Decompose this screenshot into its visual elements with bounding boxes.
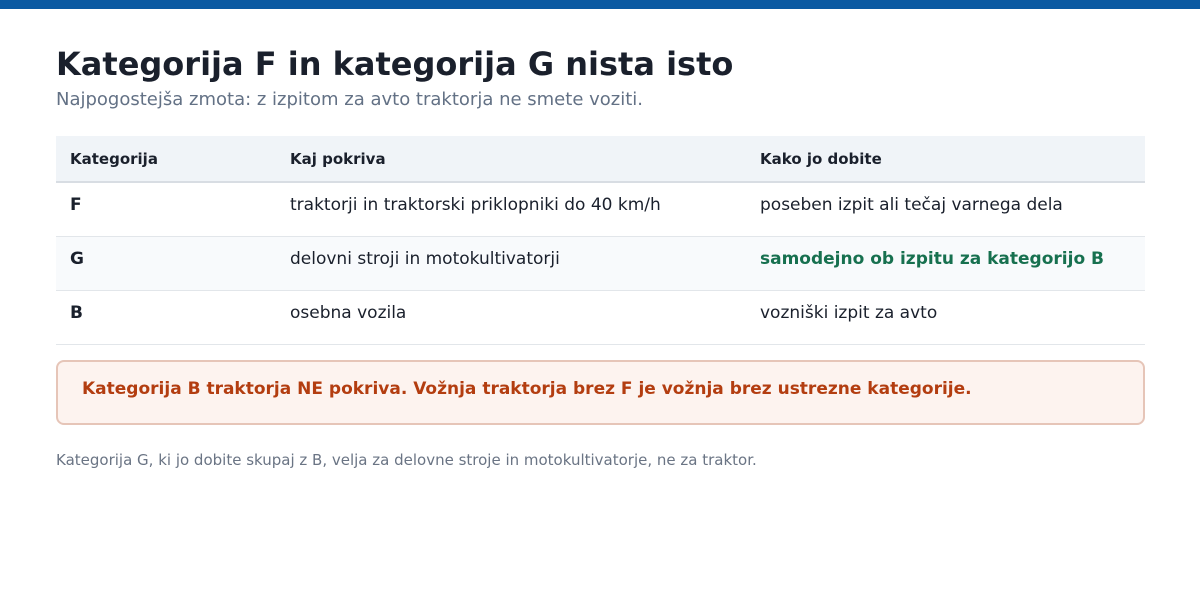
row-how-to-get: vozniški izpit za avto [760, 303, 938, 323]
table-header-row: Kategorija Kaj pokriva Kako jo dobite [56, 136, 1145, 183]
page-subtitle: Najpogostejša zmota: z izpitom za avto t… [56, 89, 644, 110]
warning-callout: Kategorija B traktorja NE pokriva. Vožnj… [56, 360, 1145, 425]
header-kako-jo-dobite: Kako jo dobite [760, 149, 882, 168]
row-category: G [70, 249, 84, 269]
row-category: B [70, 303, 83, 323]
row-how-to-get: poseben izpit ali tečaj varnega dela [760, 195, 1063, 215]
header-kategorija: Kategorija [70, 149, 158, 168]
table-row: F traktorji in traktorski priklopniki do… [56, 183, 1145, 237]
table-row: B osebna vozila vozniški izpit za avto [56, 291, 1145, 345]
row-how-to-get-highlight: samodejno ob izpitu za kategorijo B [760, 249, 1105, 269]
header-kaj-pokriva: Kaj pokriva [290, 149, 386, 168]
row-coverage: delovni stroji in motokultivatorji [290, 249, 560, 269]
row-coverage: traktorji in traktorski priklopniki do 4… [290, 195, 661, 215]
top-accent-bar [0, 0, 1200, 9]
category-table: Kategorija Kaj pokriva Kako jo dobite F … [56, 136, 1145, 345]
row-category: F [70, 195, 82, 215]
table-row: G delovni stroji in motokultivatorji sam… [56, 237, 1145, 291]
row-coverage: osebna vozila [290, 303, 407, 323]
page-title: Kategorija F in kategorija G nista isto [56, 45, 734, 83]
footnote: Kategorija G, ki jo dobite skupaj z B, v… [56, 451, 757, 469]
